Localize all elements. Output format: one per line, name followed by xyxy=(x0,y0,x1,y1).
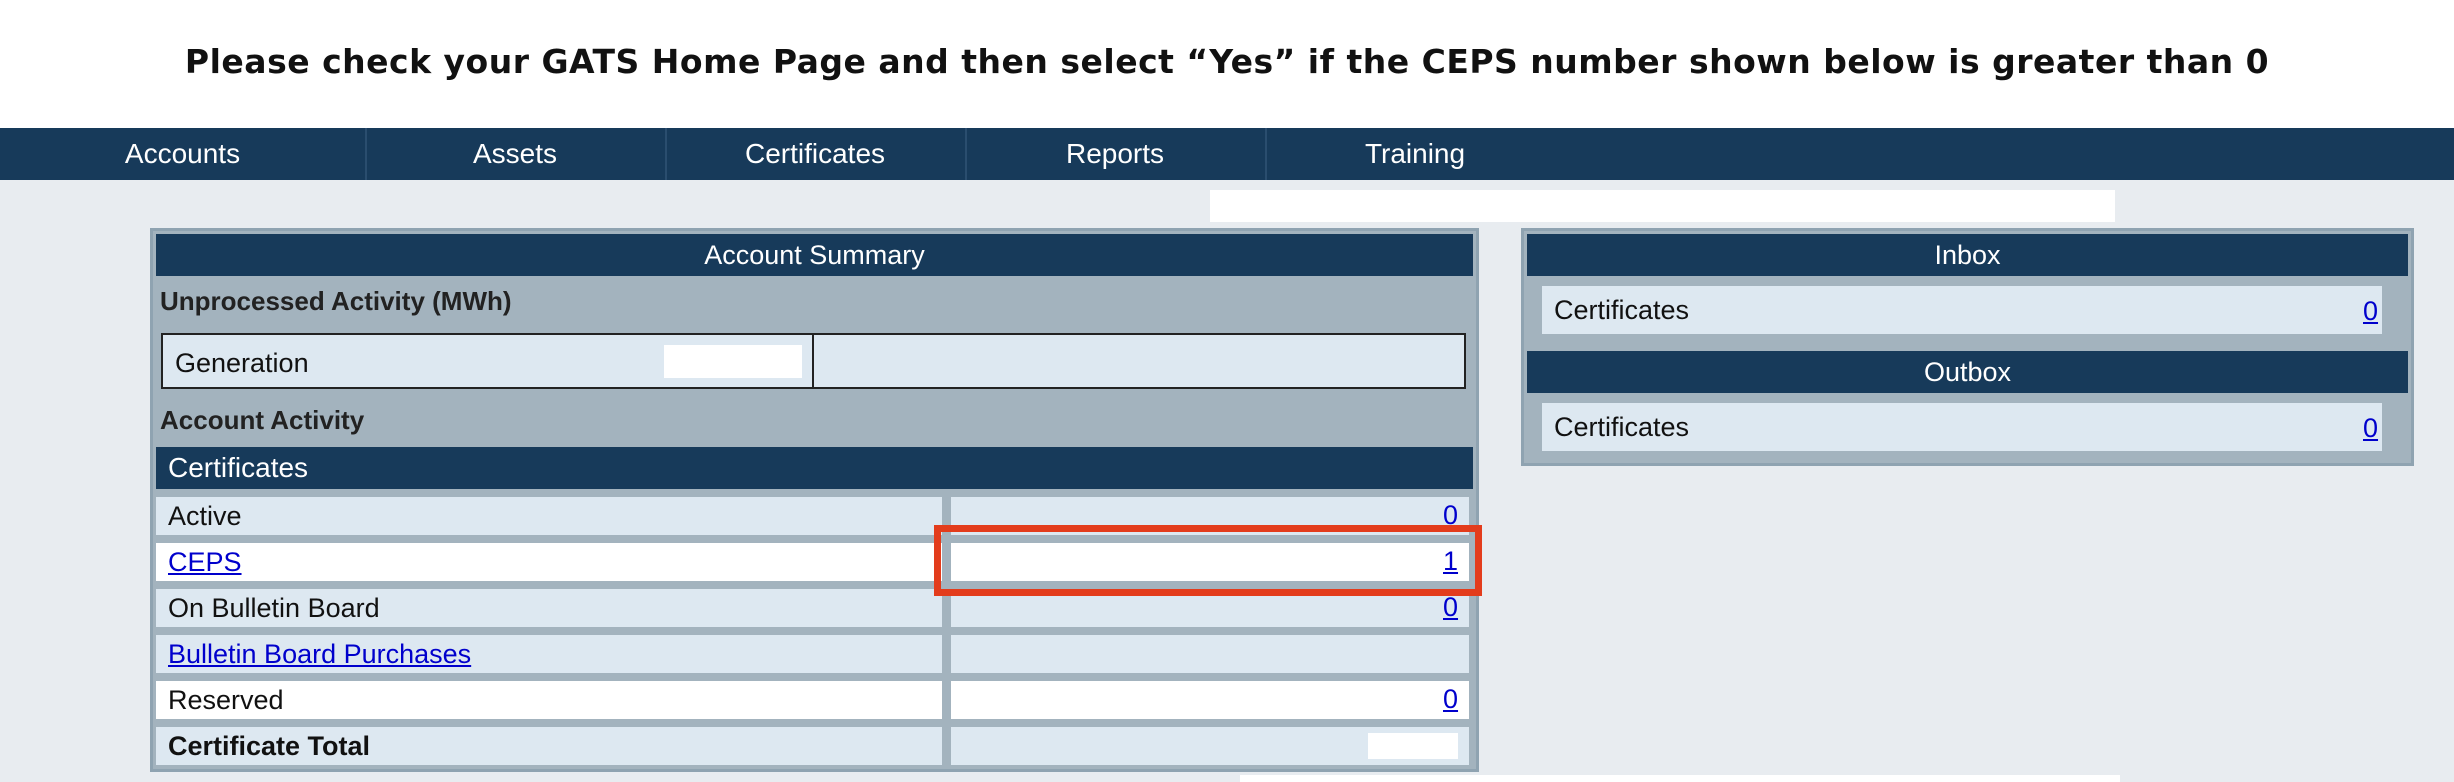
total-redacted xyxy=(1368,733,1458,759)
reserved-count-link[interactable]: 0 xyxy=(1443,684,1458,715)
redacted-strip xyxy=(1210,190,2115,222)
row-ceps-label: CEPS xyxy=(156,543,942,581)
row-reserved-value xyxy=(951,681,1469,719)
account-activity-label: Account Activity xyxy=(160,405,365,435)
inbox-certificates-count[interactable]: 0 xyxy=(2363,296,2378,327)
row-reserved-label: Reserved xyxy=(156,681,942,719)
nav-training[interactable]: Training xyxy=(1265,128,1565,180)
inbox-title: Inbox xyxy=(1527,234,2408,276)
nav-certificates[interactable]: Certificates xyxy=(665,128,967,180)
main-navbar: Accounts Assets Certificates Reports Tra… xyxy=(0,128,2454,180)
nav-assets[interactable]: Assets xyxy=(365,128,667,180)
inbox-certificates-row: Certificates xyxy=(1542,286,2382,334)
generation-redacted xyxy=(664,345,802,378)
outbox-title: Outbox xyxy=(1527,351,2408,393)
nav-accounts[interactable]: Accounts xyxy=(0,128,367,180)
unprocessed-activity-label: Unprocessed Activity (MWh) xyxy=(160,286,512,316)
bulletin-count-link[interactable]: 0 xyxy=(1443,592,1458,623)
row-purchases-label: Bulletin Board Purchases xyxy=(156,635,942,673)
row-total-label: Certificate Total xyxy=(156,727,942,765)
account-summary-title: Account Summary xyxy=(156,234,1473,276)
ceps-highlight-box xyxy=(934,525,1482,596)
outbox-certificates-count[interactable]: 0 xyxy=(2363,413,2378,444)
ceps-link[interactable]: CEPS xyxy=(168,547,242,577)
redacted-strip-bottom xyxy=(1240,775,2120,782)
nav-reports[interactable]: Reports xyxy=(965,128,1267,180)
instruction-banner: Please check your GATS Home Page and the… xyxy=(0,0,2454,128)
outbox-certificates-row: Certificates xyxy=(1542,403,2382,451)
instruction-text: Please check your GATS Home Page and the… xyxy=(184,42,2270,81)
generation-label: Generation xyxy=(175,348,309,378)
bulletin-purchases-link[interactable]: Bulletin Board Purchases xyxy=(168,639,471,669)
row-bulletin-label: On Bulletin Board xyxy=(156,589,942,627)
certificates-section-header: Certificates xyxy=(156,447,1473,489)
row-purchases-value xyxy=(951,635,1469,673)
row-active-label: Active xyxy=(156,497,942,535)
generation-value-cell xyxy=(812,333,1466,389)
